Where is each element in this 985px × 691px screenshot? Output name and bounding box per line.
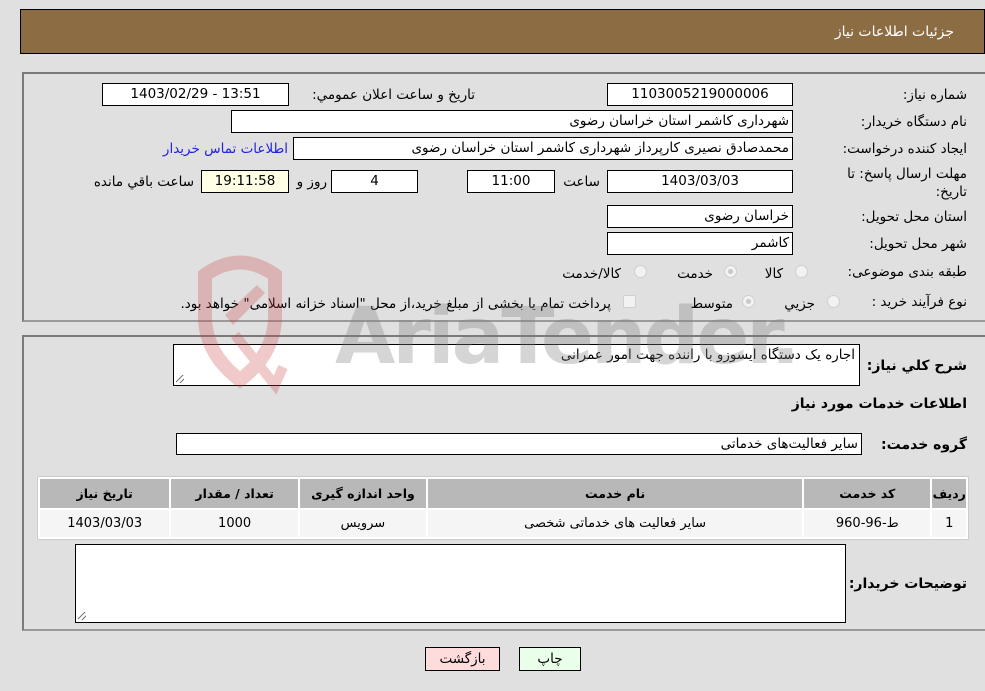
buyer-notes-label: توضیحات خریدار: <box>848 576 967 592</box>
need-number-field: 1103005219000006 <box>607 83 793 106</box>
buyer-contact-link[interactable]: اطلاعات تماس خریدار <box>163 141 288 157</box>
category-option-goods-service: کالا/خدمت <box>562 266 621 282</box>
buyer-notes-textarea[interactable] <box>75 544 846 623</box>
process-label: نوع فرآیند خرید : <box>871 294 967 310</box>
back-button[interactable]: بازگشت <box>425 647 500 671</box>
process-radio-minor[interactable] <box>827 295 840 308</box>
process-option-minor: جزيي <box>784 296 815 312</box>
deadline-time-field: 11:00 <box>467 170 555 193</box>
process-radio-medium[interactable] <box>742 295 755 308</box>
days-remaining-field: 4 <box>331 170 418 193</box>
announce-datetime-field: 1403/02/29 - 13:51 <box>102 83 289 106</box>
category-radio-goods-service[interactable] <box>634 265 647 278</box>
col-header-quantity: تعداد / مقدار <box>171 479 298 508</box>
province-label: استان محل تحویل: <box>861 209 967 225</box>
remaining-time-field: 19:11:58 <box>201 170 289 193</box>
deadline-label-line1: مهلت ارسال پاسخ: تا <box>847 166 967 182</box>
cell-service-code: ط-96-960 <box>804 510 931 537</box>
col-header-service-code: کد خدمت <box>804 479 931 508</box>
announce-label: تاریخ و ساعت اعلان عمومي: <box>312 87 475 103</box>
table-row: 1 ط-96-960 سایر فعالیت های خدماتی شخصی س… <box>40 510 966 537</box>
cell-need-date: 1403/03/03 <box>40 510 170 537</box>
cell-service-name: سایر فعالیت های خدماتی شخصی <box>428 510 803 537</box>
remaining-time-label: ساعت باقي مانده <box>93 174 194 190</box>
services-section-title: اطلاعات خدمات مورد نیاز <box>791 396 967 412</box>
creator-field: محمدصادق نصیری کارپرداز شهرداری کاشمر اس… <box>293 137 793 160</box>
creator-label: ایجاد کننده درخواست: <box>842 141 967 157</box>
category-radio-goods[interactable] <box>795 265 808 278</box>
resize-grip-icon[interactable] <box>176 375 184 383</box>
treasury-note: پرداخت تمام یا بخشی از مبلغ خرید،از محل … <box>180 296 611 312</box>
buyer-org-field: شهرداری کاشمر استان خراسان رضوی <box>231 110 793 133</box>
need-number-label: شماره نیاز: <box>902 87 967 103</box>
description-textarea[interactable]: اجاره یک دستگاه ایسوزو با راننده جهت امو… <box>173 344 860 386</box>
service-group-label: گروه خدمت: <box>881 437 967 453</box>
city-label: شهر محل تحویل: <box>869 236 967 252</box>
col-header-row-number: ردیف <box>932 479 966 508</box>
table-header-row: ردیف کد خدمت نام خدمت واحد اندازه گیری ت… <box>40 479 966 508</box>
cell-unit: سرویس <box>299 510 427 537</box>
description-label: شرح كلي نياز: <box>866 358 967 374</box>
deadline-label-line2: تاریخ: <box>935 184 967 200</box>
time-label: ساعت <box>563 174 600 190</box>
category-label: طبقه بندی موضوعی: <box>847 264 967 280</box>
treasury-checkbox[interactable] <box>623 295 636 308</box>
resize-grip-icon[interactable] <box>78 612 86 620</box>
page-title: جزئیات اطلاعات نیاز <box>834 24 954 40</box>
process-option-medium: متوسط <box>690 296 733 312</box>
service-group-field: سایر فعالیت‌های خدماتی <box>176 433 862 455</box>
category-option-service: خدمت <box>677 266 713 282</box>
deadline-date-field: 1403/03/03 <box>607 170 793 193</box>
city-field: کاشمر <box>607 232 793 255</box>
deadline-label: مهلت ارسال پاسخ: تا تاریخ: <box>847 165 967 201</box>
page-header: جزئیات اطلاعات نیاز <box>20 9 985 54</box>
description-text: اجاره یک دستگاه ایسوزو با راننده جهت امو… <box>560 347 855 363</box>
buyer-org-label: نام دستگاه خریدار: <box>860 114 967 130</box>
cell-row-number: 1 <box>932 510 966 537</box>
col-header-unit: واحد اندازه گیری <box>299 479 427 508</box>
col-header-service-name: نام خدمت <box>428 479 803 508</box>
category-option-goods: کالا <box>764 266 783 282</box>
province-field: خراسان رضوی <box>607 205 793 228</box>
days-label: روز و <box>296 174 327 190</box>
print-button[interactable]: چاپ <box>519 647 581 671</box>
cell-quantity: 1000 <box>171 510 298 537</box>
category-radio-service[interactable] <box>724 265 737 278</box>
services-table-wrapper: ردیف کد خدمت نام خدمت واحد اندازه گیری ت… <box>37 476 969 540</box>
col-header-need-date: تاریخ نیاز <box>40 479 170 508</box>
services-table: ردیف کد خدمت نام خدمت واحد اندازه گیری ت… <box>37 476 969 540</box>
